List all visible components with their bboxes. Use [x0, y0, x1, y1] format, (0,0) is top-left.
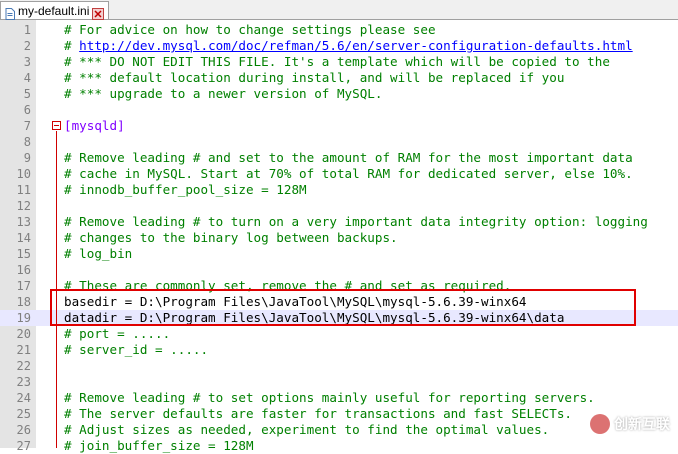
code-line[interactable]: 7 [mysqld] — [0, 118, 678, 134]
code-line[interactable]: 1 # For advice on how to change settings … — [0, 22, 678, 38]
code-line[interactable]: 14 # changes to the binary log between ba… — [0, 230, 678, 246]
line-text: # For advice on how to change settings p… — [64, 22, 436, 37]
line-number: 6 — [23, 103, 31, 117]
line-text: # http://dev.mysql.com/doc/refman/5.6/en… — [64, 38, 633, 54]
line-text: # changes to the binary log between back… — [64, 230, 398, 245]
line-number: 12 — [16, 199, 31, 213]
code-line[interactable]: 19 datadir = D:\Program Files\JavaTool\My… — [0, 310, 678, 326]
line-text: # server_id = ..... — [64, 342, 209, 357]
line-number: 17 — [16, 279, 31, 293]
url-link[interactable]: http://dev.mysql.com/doc/refman/5.6/en/s… — [79, 38, 633, 53]
line-number: 5 — [23, 87, 31, 101]
line-number: 21 — [16, 343, 31, 357]
file-tab[interactable]: my-default.ini — [0, 1, 110, 20]
code-line[interactable]: 8 — [0, 134, 678, 150]
code-line[interactable]: 2 # http://dev.mysql.com/doc/refman/5.6/e… — [0, 38, 678, 54]
line-number: 4 — [23, 71, 31, 85]
line-text: datadir = D:\Program Files\JavaTool\MySQ… — [64, 310, 565, 325]
line-text-prefix: # — [64, 38, 80, 53]
line-text: basedir = D:\Program Files\JavaTool\MySQ… — [64, 294, 527, 309]
line-text: [mysqld] — [64, 118, 125, 133]
watermark-text: 创新互联 — [614, 416, 670, 432]
line-number: 20 — [16, 327, 31, 341]
line-number: 3 — [23, 55, 31, 69]
tab-bar: my-default.ini — [0, 0, 678, 20]
line-number: 8 — [23, 135, 31, 149]
code-line[interactable]: 18 basedir = D:\Program Files\JavaTool\My… — [0, 294, 678, 310]
line-number: 7 — [23, 119, 31, 133]
fold-toggle-icon[interactable] — [52, 121, 61, 130]
code-line[interactable]: 5 # *** upgrade to a newer version of MyS… — [0, 86, 678, 102]
code-line[interactable]: 20 # port = ..... — [0, 326, 678, 342]
line-number: 27 — [16, 439, 31, 453]
line-text: # *** default location during install, a… — [64, 70, 565, 85]
line-number: 13 — [16, 215, 31, 229]
file-icon — [5, 5, 15, 20]
code-line[interactable]: 27 # join_buffer_size = 128M — [0, 438, 678, 454]
line-number: 15 — [16, 247, 31, 261]
line-number: 16 — [16, 263, 31, 277]
code-line[interactable]: 10 # cache in MySQL. Start at 70% of tota… — [0, 166, 678, 182]
tab-label: my-default.ini — [18, 3, 90, 18]
watermark: 创新互联 — [590, 414, 670, 434]
line-text: # port = ..... — [64, 326, 171, 341]
line-number: 1 — [23, 23, 31, 37]
line-number: 25 — [16, 407, 31, 421]
code-line[interactable]: 22 — [0, 358, 678, 374]
editor-area[interactable]: 1 # For advice on how to change settings … — [0, 20, 678, 453]
code-line[interactable]: 21 # server_id = ..... — [0, 342, 678, 358]
code-line[interactable]: 15 # log_bin — [0, 246, 678, 262]
code-line[interactable]: 4 # *** default location during install, … — [0, 70, 678, 86]
line-text: # Remove leading # to set options mainly… — [64, 390, 595, 405]
line-number: 18 — [16, 295, 31, 309]
line-number: 14 — [16, 231, 31, 245]
fold-guide-line — [56, 131, 57, 448]
line-text: # The server defaults are faster for tra… — [64, 406, 572, 421]
line-text: # Adjust sizes as needed, experiment to … — [64, 422, 550, 437]
code-line[interactable]: 23 — [0, 374, 678, 390]
line-number: 19 — [16, 311, 31, 325]
line-text: # join_buffer_size = 128M — [64, 438, 254, 453]
code-line[interactable]: 24 # Remove leading # to set options main… — [0, 390, 678, 406]
line-text: # *** upgrade to a newer version of MySQ… — [64, 86, 383, 101]
line-number: 22 — [16, 359, 31, 373]
line-text: # *** DO NOT EDIT THIS FILE. It's a temp… — [64, 54, 610, 69]
line-number: 24 — [16, 391, 31, 405]
code-line[interactable]: 13 # Remove leading # to turn on a very i… — [0, 214, 678, 230]
line-text: # These are commonly set, remove the # a… — [64, 278, 512, 293]
line-text: # innodb_buffer_pool_size = 128M — [64, 182, 307, 197]
line-number: 9 — [23, 151, 31, 165]
line-text: # Remove leading # to turn on a very imp… — [64, 214, 648, 229]
line-number: 10 — [16, 167, 31, 181]
line-text: # log_bin — [64, 246, 133, 261]
line-number: 2 — [23, 39, 31, 53]
line-text: # Remove leading # and set to the amount… — [64, 150, 633, 165]
code-line[interactable]: 9 # Remove leading # and set to the amoun… — [0, 150, 678, 166]
line-number: 23 — [16, 375, 31, 389]
close-icon[interactable] — [92, 5, 105, 20]
code-line[interactable]: 11 # innodb_buffer_pool_size = 128M — [0, 182, 678, 198]
code-line[interactable]: 26 # Adjust sizes as needed, experiment t… — [0, 422, 678, 438]
code-line[interactable]: 16 — [0, 262, 678, 278]
code-line[interactable]: 6 — [0, 102, 678, 118]
watermark-logo-icon — [590, 414, 610, 434]
line-text: # cache in MySQL. Start at 70% of total … — [64, 166, 633, 181]
code-line[interactable]: 12 — [0, 198, 678, 214]
code-line[interactable]: 25 # The server defaults are faster for t… — [0, 406, 678, 422]
line-number: 11 — [16, 183, 31, 197]
code-line[interactable]: 3 # *** DO NOT EDIT THIS FILE. It's a tem… — [0, 54, 678, 70]
code-line[interactable]: 17 # These are commonly set, remove the #… — [0, 278, 678, 294]
line-number: 26 — [16, 423, 31, 437]
